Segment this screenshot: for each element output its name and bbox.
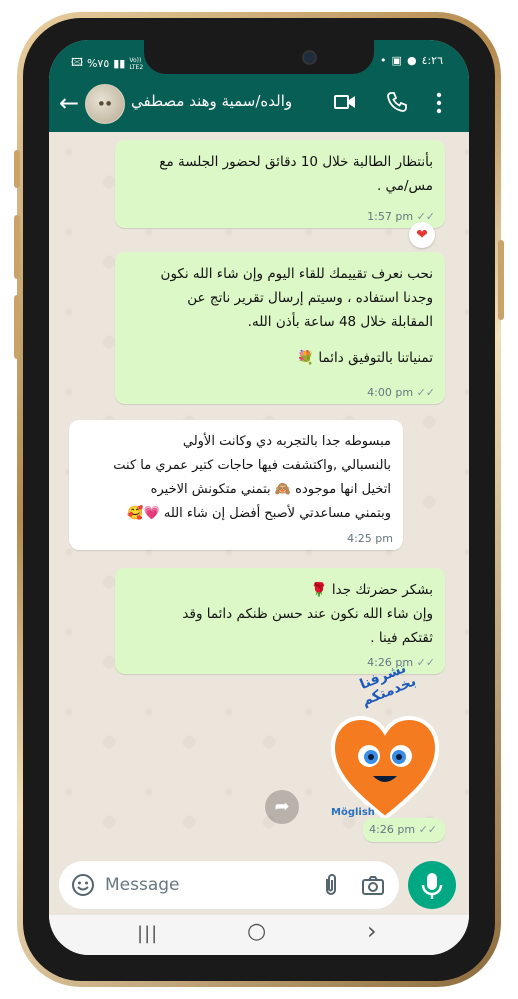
emoji-icon[interactable] xyxy=(71,873,95,901)
volume-down-button xyxy=(14,215,20,279)
message-bubble[interactable]: بأنتظار الطالبة خلال 10 دقائق لحضور الجل… xyxy=(115,140,445,228)
dot-icon: • xyxy=(380,54,387,67)
chat-notification-icon: ● xyxy=(406,54,417,67)
message-line: وبتمني مساعدتي لأصبح أفضل إن شاء الله 💗🥰 xyxy=(127,506,391,521)
input-bar: Message xyxy=(49,855,469,915)
status-bar: 🖾 %٧٥ ▮▮ Vo)) LTE2 • ▣ ● ٤:٢٦ xyxy=(49,40,469,76)
back-arrow-icon[interactable]: ← xyxy=(59,90,79,116)
message-input[interactable]: Message xyxy=(59,861,399,909)
microphone-button[interactable] xyxy=(408,861,456,909)
message-line: اتخيل انها موجوده 🙈 بتمني متكونش الاخيره xyxy=(150,482,391,497)
message-time: 4:25 pm xyxy=(347,532,393,545)
message-time: 4:00 pm ✓✓ xyxy=(367,386,435,399)
status-left: 🖾 %٧٥ ▮▮ Vo)) LTE2 xyxy=(71,54,147,73)
back-button[interactable]: › xyxy=(367,917,377,945)
battery-text: %٧٥ xyxy=(86,57,110,70)
message-time: 4:26 pm ✓✓ xyxy=(369,823,437,836)
message-line: بشكر حضرتك جدا 🌹 xyxy=(310,582,433,598)
message-line: تمنياتنا بالتوفيق دائما 💐 xyxy=(297,350,433,366)
message-line: ثقتكم فينا . xyxy=(370,630,433,646)
image-notification-icon: 🖾 xyxy=(71,56,83,69)
sticker-brand: Möglish xyxy=(331,807,375,818)
message-line: وجدنا استفاده ، وسيتم إرسال تقرير ناتج ع… xyxy=(187,290,433,306)
side-button-left xyxy=(14,295,20,359)
message-bubble[interactable]: مبسوطه جدا بالتجربه دي وكانت الأولي بالن… xyxy=(69,420,403,550)
message-line: بأنتظار الطالبة خلال 10 دقائق لحضور الجل… xyxy=(159,154,433,170)
attach-icon[interactable] xyxy=(321,873,341,901)
message-line: مبسوطه جدا بالتجربه دي وكانت الأولي xyxy=(182,434,391,449)
read-ticks-icon: ✓✓ xyxy=(418,823,437,836)
gallery-notification-icon: ▣ xyxy=(391,54,402,67)
power-button xyxy=(498,240,504,320)
status-right: • ▣ ● ٤:٢٦ xyxy=(380,54,443,67)
phone-call-icon[interactable] xyxy=(385,90,409,118)
message-bubble[interactable]: بشكر حضرتك جدا 🌹 وإن شاء الله نكون عند ح… xyxy=(115,568,445,674)
system-nav-bar: ||| ○ › xyxy=(49,915,469,955)
camera-icon[interactable] xyxy=(361,873,385,901)
message-line: مس/مي . xyxy=(376,178,433,194)
notch xyxy=(144,40,374,74)
phone-screen: 🖾 %٧٥ ▮▮ Vo)) LTE2 • ▣ ● ٤:٢٦ ← ● ● والد… xyxy=(49,40,469,955)
message-time: 1:57 pm ✓✓ xyxy=(367,210,435,223)
forward-icon[interactable]: ➦ xyxy=(265,790,299,824)
volume-up-button xyxy=(14,150,20,188)
chat-area[interactable]: بأنتظار الطالبة خلال 10 دقائق لحضور الجل… xyxy=(49,132,469,855)
message-bubble[interactable]: 4:26 pm ✓✓ xyxy=(363,818,445,842)
message-line: بالنسبالي ,واكتشفت فيها حاجات كتير عمري … xyxy=(113,458,391,473)
heart-reaction-icon[interactable]: ❤ xyxy=(409,222,435,248)
message-line: المقابلة خلال 48 ساعة بأذن الله. xyxy=(247,314,433,330)
read-ticks-icon: ✓✓ xyxy=(416,210,435,223)
microphone-icon xyxy=(421,873,443,899)
message-line: وإن شاء الله نكون عند حسن ظنكم دائما وقد xyxy=(182,606,433,622)
signal-icon: ▮▮ xyxy=(113,57,126,70)
chat-header: ← ● ● والده/سمية وهند مصطفي xyxy=(49,76,469,132)
front-camera xyxy=(302,50,317,65)
avatar[interactable]: ● ● xyxy=(85,84,125,124)
video-call-icon[interactable] xyxy=(333,90,357,118)
more-options-icon[interactable] xyxy=(435,92,443,118)
recent-apps-button[interactable]: ||| xyxy=(137,923,158,944)
contact-name[interactable]: والده/سمية وهند مصطفي xyxy=(131,92,321,110)
message-line: نحب نعرف تقييمك للقاء اليوم وإن شاء الله… xyxy=(160,266,433,282)
message-bubble[interactable]: نحب نعرف تقييمك للقاء اليوم وإن شاء الله… xyxy=(115,252,445,404)
read-ticks-icon: ✓✓ xyxy=(416,386,435,399)
clock-time: ٤:٢٦ xyxy=(421,54,443,67)
home-button[interactable]: ○ xyxy=(247,919,266,944)
message-line xyxy=(127,334,433,346)
message-placeholder[interactable]: Message xyxy=(105,875,180,895)
